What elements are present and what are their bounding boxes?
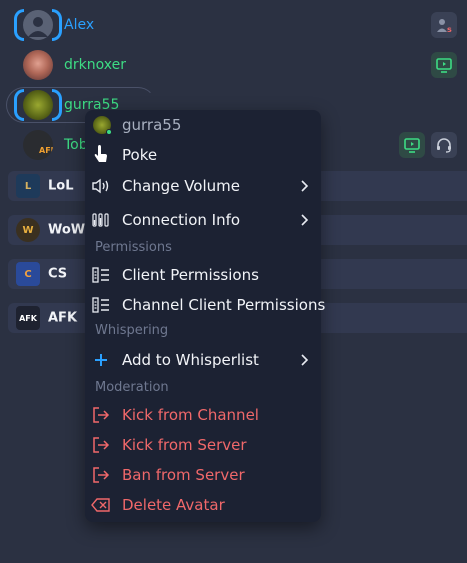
user-context-menu: gurra55 Poke Change Volume Connection In… (85, 110, 325, 522)
talking-ring-right (52, 89, 62, 121)
user-name: drknoxer (64, 57, 126, 73)
channel-name: WoW (48, 222, 86, 238)
streaming-icon (399, 132, 425, 158)
menu-header-label: gurra55 (122, 116, 182, 134)
user-name: Alex (64, 17, 95, 33)
avatar (23, 10, 53, 40)
menu-item-label: Poke (122, 146, 158, 164)
menu-item-label: Connection Info (122, 211, 241, 229)
menu-item-label: Channel Client Permissions (122, 296, 326, 314)
menu-item-client-permissions[interactable]: Client Permissions (85, 261, 321, 289)
lol-icon: L (16, 174, 40, 198)
wow-icon: W (16, 218, 40, 242)
chevron-right-icon (301, 180, 309, 192)
headset-icon (431, 132, 457, 158)
menu-item-ban-from-server[interactable]: Ban from Server (85, 461, 321, 489)
menu-item-label: Kick from Channel (122, 406, 259, 424)
svg-text:s: s (447, 25, 452, 34)
permissions-list-icon (91, 265, 111, 285)
menu-item-kick-from-server[interactable]: Kick from Server (85, 431, 321, 459)
user-avatar-icon (92, 115, 112, 135)
chevron-right-icon (301, 354, 309, 366)
kick-icon (91, 405, 111, 425)
channel-name: LoL (48, 178, 74, 194)
channel-name: AFK (48, 310, 78, 326)
menu-item-label: Add to Whisperlist (122, 351, 259, 369)
section-header-moderation: Moderation (95, 380, 169, 395)
cs-icon: C (16, 262, 40, 286)
section-header-permissions: Permissions (95, 240, 172, 255)
afk-icon: AFK (16, 306, 40, 330)
user-row-alex[interactable]: Alex s (0, 7, 467, 43)
chevron-right-icon (301, 214, 309, 226)
menu-item-delete-avatar[interactable]: Delete Avatar (85, 491, 321, 519)
speaker-icon (91, 176, 111, 196)
server-group-icon: s (431, 12, 457, 38)
permissions-list-icon (91, 295, 111, 315)
menu-item-label: Kick from Server (122, 436, 247, 454)
menu-item-label: Client Permissions (122, 266, 259, 284)
user-row-drknoxer[interactable]: drknoxer (0, 47, 467, 83)
default-user-icon (28, 17, 48, 37)
menu-item-connection-info[interactable]: Connection Info (85, 206, 321, 234)
menu-item-change-volume[interactable]: Change Volume (85, 172, 321, 200)
streaming-icon (431, 52, 457, 78)
menu-item-label: Change Volume (122, 177, 240, 195)
menu-item-label: Delete Avatar (122, 496, 225, 514)
menu-item-channel-client-permissions[interactable]: Channel Client Permissions (85, 291, 325, 319)
avatar (23, 90, 53, 120)
plus-icon (91, 350, 111, 370)
connection-bars-icon (91, 210, 111, 230)
avatar: AFK (23, 130, 53, 160)
kick-icon (91, 435, 111, 455)
menu-item-kick-from-channel[interactable]: Kick from Channel (85, 401, 321, 429)
menu-header-user: gurra55 (85, 111, 321, 139)
delete-icon (91, 495, 111, 515)
section-header-whispering: Whispering (95, 323, 169, 338)
channel-name: CS (48, 266, 68, 282)
menu-item-poke[interactable]: Poke (85, 141, 321, 169)
avatar (23, 50, 53, 80)
ban-icon (91, 465, 111, 485)
menu-item-add-to-whisperlist[interactable]: Add to Whisperlist (85, 346, 321, 374)
menu-item-label: Ban from Server (122, 466, 245, 484)
pointing-hand-icon (91, 145, 111, 165)
afk-avatar-text: AFK (39, 146, 53, 155)
talking-ring-right (52, 9, 62, 41)
